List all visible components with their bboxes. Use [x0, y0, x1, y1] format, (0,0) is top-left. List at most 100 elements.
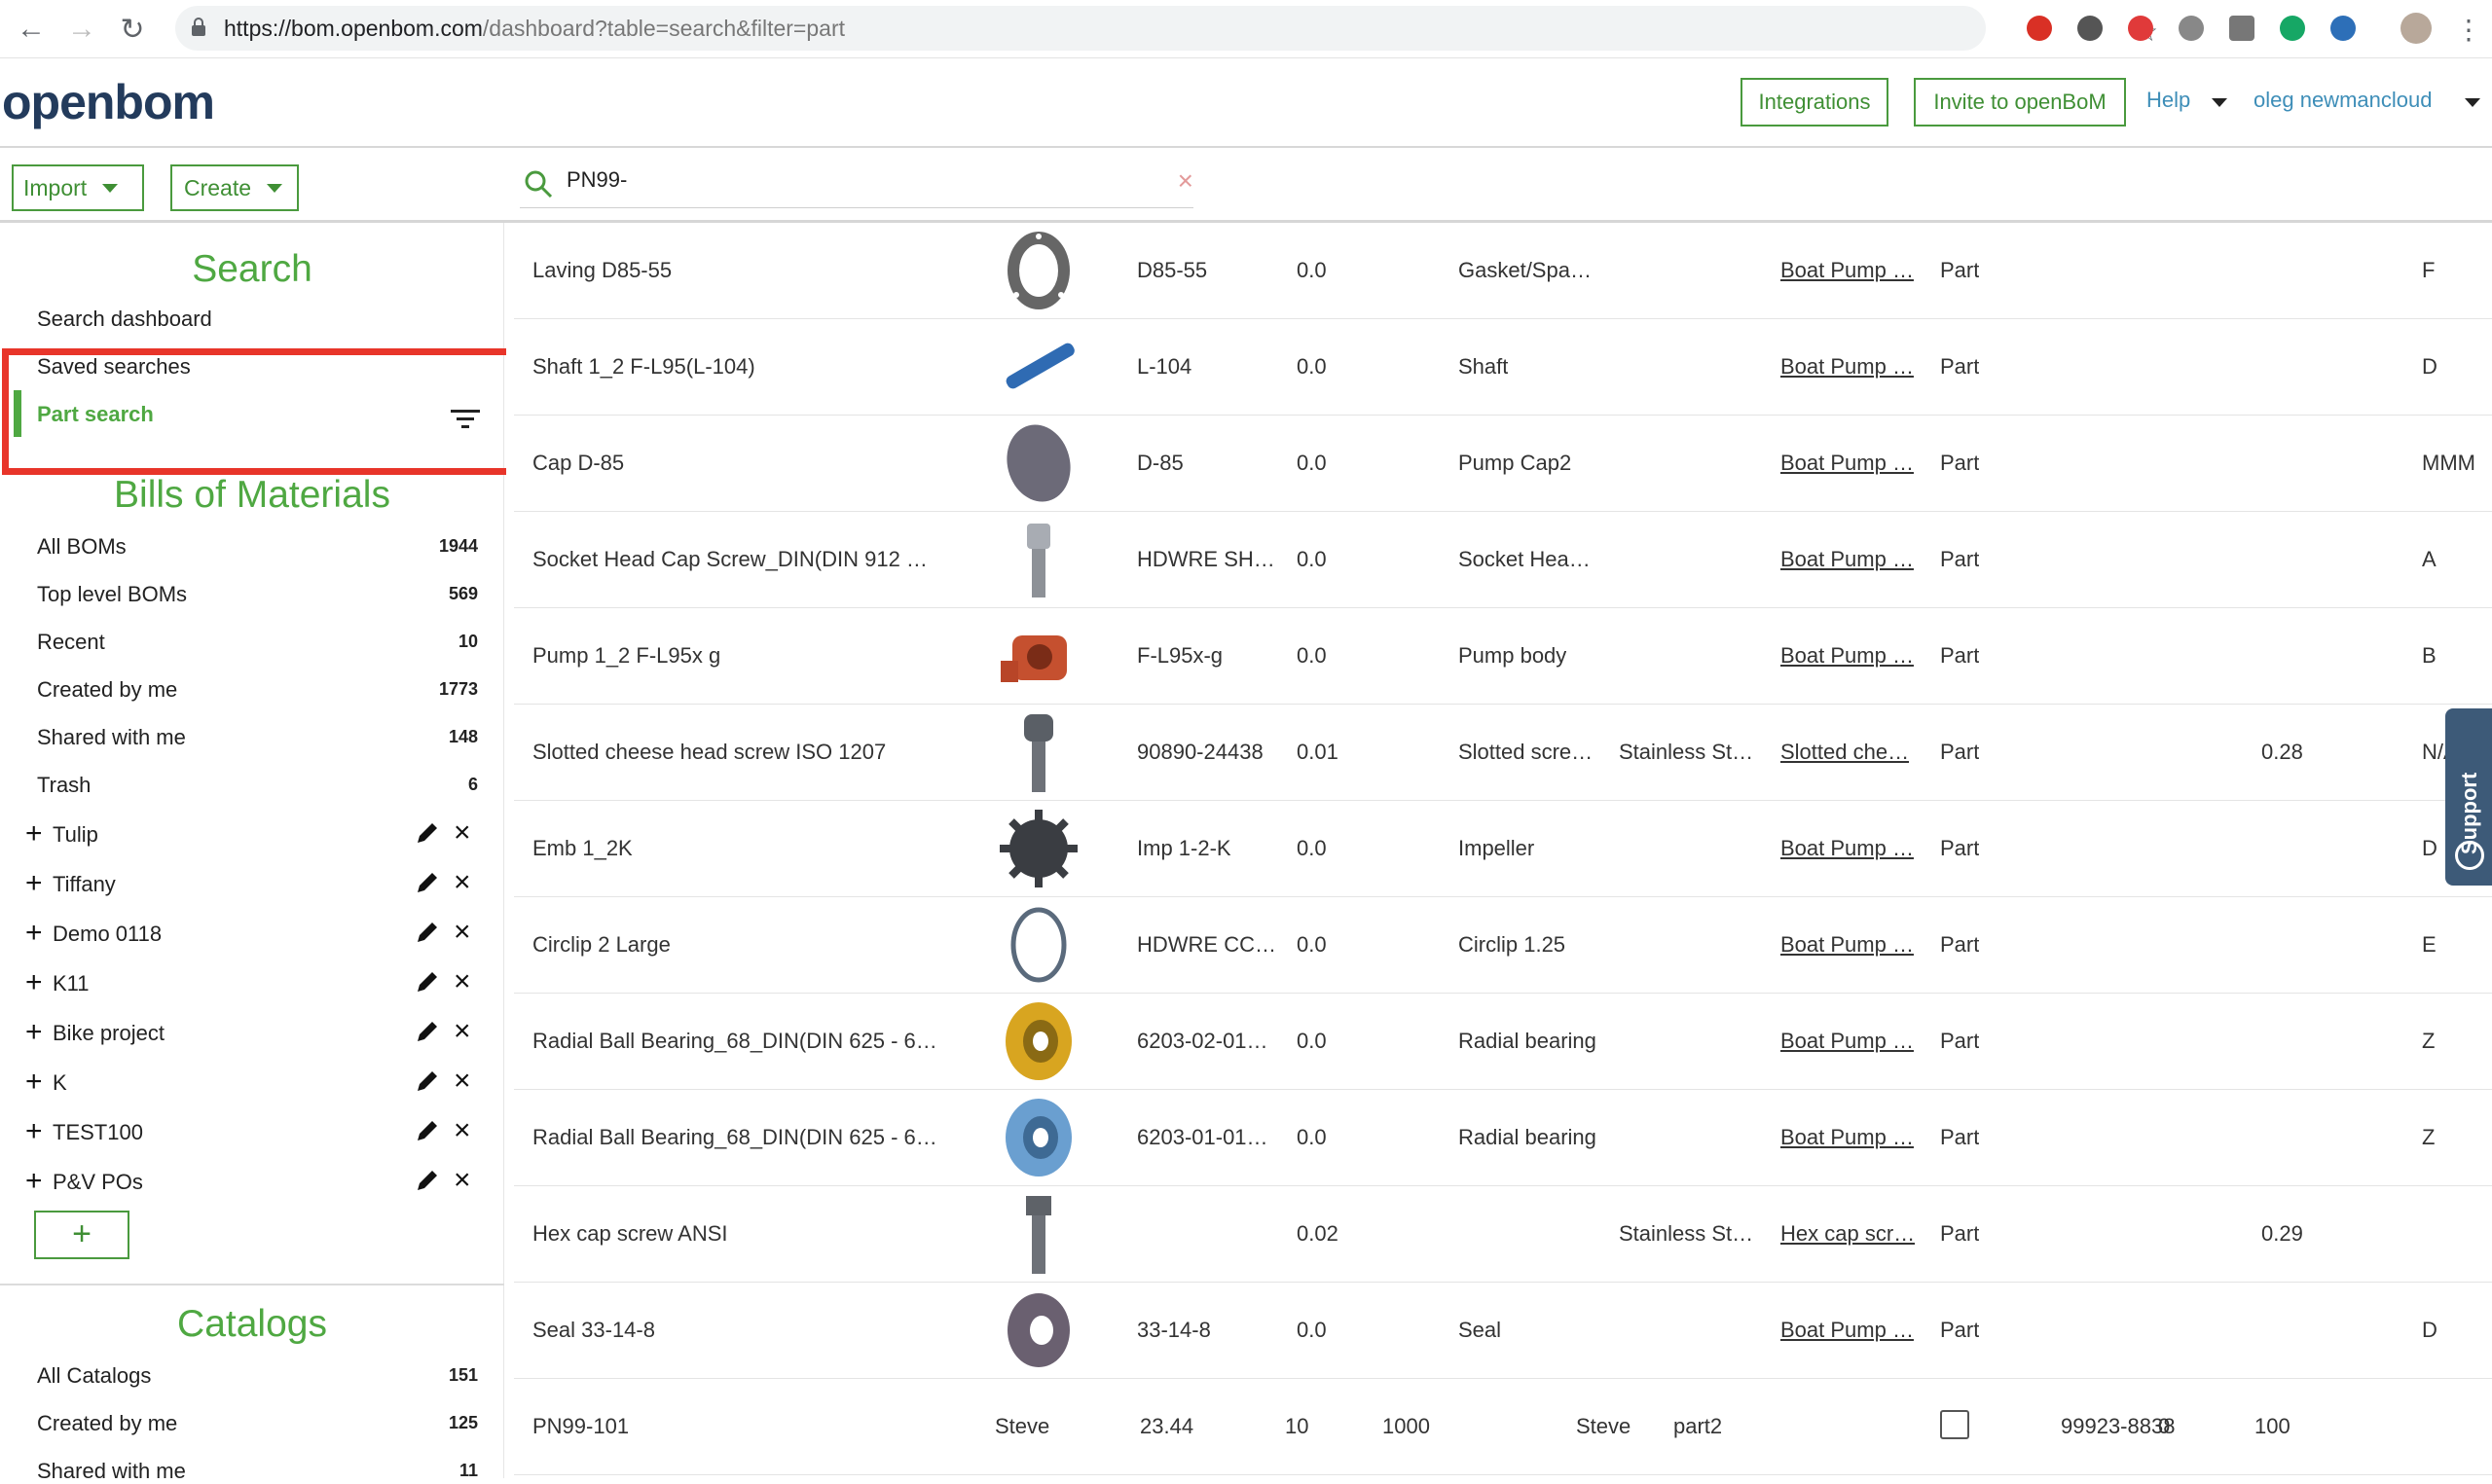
expand-plus-icon[interactable]: + — [25, 1114, 43, 1149]
pencil-icon[interactable] — [413, 967, 442, 996]
seal-thumbnail[interactable] — [995, 1286, 1082, 1374]
close-icon[interactable]: × — [454, 816, 471, 850]
close-icon[interactable]: × — [454, 1164, 471, 1197]
table-row[interactable]: Slotted cheese head screw ISO 1207 90890-… — [514, 705, 2492, 801]
table-row[interactable]: Emb 1_2K Imp 1-2-K 0.0 Impeller Boat Pump … P… — [514, 801, 2492, 897]
folder-item[interactable]: + Tulip × — [25, 816, 483, 855]
circlip-thumbnail[interactable] — [995, 901, 1082, 989]
close-icon[interactable]: × — [454, 1114, 471, 1147]
profile-avatar[interactable] — [2400, 13, 2432, 44]
create-button[interactable]: Create — [170, 164, 299, 211]
folder-item[interactable]: + TEST100 × — [25, 1114, 483, 1153]
table-row[interactable]: PN99-101 Steve 23.44 10 1000 Steve part2 99923-… — [514, 1379, 2492, 1475]
folder-item[interactable]: + Demo 0118 × — [25, 916, 483, 955]
cell-bom[interactable]: Boat Pump … — [1780, 547, 1914, 572]
folder-name[interactable]: Bike project — [53, 1021, 165, 1046]
table-row[interactable]: Circlip 2 Large HDWRE CC… 0.0 Circlip 1.25 B… — [514, 897, 2492, 994]
folder-item[interactable]: + K × — [25, 1065, 483, 1104]
shaft-thumbnail[interactable] — [995, 323, 1082, 411]
impeller-thumbnail[interactable] — [995, 805, 1082, 892]
back-icon[interactable]: ← — [14, 12, 49, 47]
expand-plus-icon[interactable]: + — [25, 816, 43, 851]
extension-icon[interactable] — [2179, 16, 2204, 41]
close-icon[interactable]: × — [454, 965, 471, 998]
folder-name[interactable]: Tiffany — [53, 872, 116, 897]
expand-plus-icon[interactable]: + — [25, 916, 43, 951]
created-by-me-link[interactable]: Created by me — [37, 677, 177, 703]
table-row[interactable]: Shaft 1_2 F-L95(L-104) L-104 0.0 Shaft Boat … — [514, 319, 2492, 416]
expand-plus-icon[interactable]: + — [25, 866, 43, 901]
pencil-icon[interactable] — [413, 1017, 442, 1046]
folder-item[interactable]: + P&V POs × — [25, 1164, 483, 1203]
invite-button[interactable]: Invite to openBoM — [1914, 78, 2126, 127]
expand-plus-icon[interactable]: + — [25, 1164, 43, 1199]
forward-icon[interactable]: → — [64, 12, 99, 47]
import-button[interactable]: Import — [12, 164, 144, 211]
socket-screw-thumbnail[interactable] — [995, 516, 1082, 603]
extension-icon[interactable] — [2330, 16, 2356, 41]
close-icon[interactable]: × — [454, 1065, 471, 1098]
folder-name[interactable]: K — [53, 1070, 67, 1096]
clear-search-icon[interactable]: × — [1178, 165, 1193, 197]
cell-bom[interactable]: Boat Pump … — [1780, 643, 1914, 669]
help-menu[interactable]: Help — [2146, 88, 2190, 113]
cell-bom[interactable]: Slotted che… — [1780, 740, 1909, 765]
bearing-blue-thumbnail[interactable] — [995, 1094, 1082, 1181]
folder-name[interactable]: Tulip — [53, 822, 98, 848]
cell-bom[interactable]: Boat Pump … — [1780, 258, 1914, 283]
search-dashboard-link[interactable]: Search dashboard — [37, 307, 212, 332]
cell-bom[interactable]: Boat Pump … — [1780, 1125, 1914, 1150]
row-checkbox[interactable] — [1940, 1410, 1969, 1439]
pencil-icon[interactable] — [413, 818, 442, 848]
folder-item[interactable]: + Bike project × — [25, 1015, 483, 1054]
cell-bom[interactable]: Hex cap scr… — [1780, 1221, 1915, 1247]
all-boms-link[interactable]: All BOMs — [37, 534, 127, 560]
extension-icon[interactable] — [2077, 16, 2103, 41]
cell-bom[interactable]: Boat Pump … — [1780, 932, 1914, 958]
expand-plus-icon[interactable]: + — [25, 1065, 43, 1100]
cheese-screw-thumbnail[interactable] — [995, 708, 1082, 796]
user-menu[interactable]: oleg newmancloud — [2254, 88, 2432, 113]
pencil-icon[interactable] — [413, 1116, 442, 1145]
folder-name[interactable]: TEST100 — [53, 1120, 143, 1145]
catalogs-shared-with-me-link[interactable]: Shared with me — [37, 1459, 186, 1484]
cell-bom[interactable]: Boat Pump … — [1780, 354, 1914, 380]
integrations-button[interactable]: Integrations — [1741, 78, 1888, 127]
shared-with-me-link[interactable]: Shared with me — [37, 725, 186, 750]
table-row[interactable]: Socket Head Cap Screw_DIN(DIN 912 … HDWRE… — [514, 512, 2492, 608]
cell-bom[interactable]: Boat Pump … — [1780, 836, 1914, 861]
table-row[interactable]: Cap D-85 D-85 0.0 Pump Cap2 Boat Pump … Part M… — [514, 416, 2492, 512]
close-icon[interactable]: × — [454, 866, 471, 899]
folder-name[interactable]: P&V POs — [53, 1170, 143, 1195]
grammarly-icon[interactable] — [2280, 16, 2305, 41]
add-folder-button[interactable]: + — [34, 1211, 129, 1259]
all-catalogs-link[interactable]: All Catalogs — [37, 1363, 151, 1389]
pencil-icon[interactable] — [413, 918, 442, 947]
close-icon[interactable]: × — [454, 916, 471, 949]
table-row[interactable]: Hex cap screw ANSI 0.02 Stainless St… Hex c… — [514, 1186, 2492, 1283]
support-tab[interactable]: Support — [2445, 708, 2492, 886]
cell-bom[interactable]: Boat Pump … — [1780, 1029, 1914, 1054]
folder-name[interactable]: K11 — [53, 971, 90, 996]
extension-icon[interactable] — [2229, 16, 2254, 41]
browser-menu-icon[interactable]: ⋮ — [2451, 12, 2486, 47]
folder-item[interactable]: + K11 × — [25, 965, 483, 1004]
recent-link[interactable]: Recent — [37, 630, 105, 655]
table-row[interactable]: Seal 33-14-8 33-14-8 0.0 Seal Boat Pump … Par… — [514, 1283, 2492, 1379]
extension-icon[interactable] — [2128, 16, 2153, 41]
address-bar[interactable]: https://bom.openbom.com/dashboard?table=… — [175, 6, 2158, 51]
pencil-icon[interactable] — [413, 868, 442, 897]
table-row[interactable]: Radial Ball Bearing_68_DIN(DIN 625 - 6… 6… — [514, 994, 2492, 1090]
chevron-down-icon[interactable] — [2465, 98, 2480, 107]
pump-body-thumbnail[interactable] — [995, 612, 1082, 700]
hex-screw-thumbnail[interactable] — [995, 1190, 1082, 1278]
openbom-logo[interactable]: openbom — [2, 74, 215, 130]
cap-disc-thumbnail[interactable] — [995, 419, 1082, 507]
folder-item[interactable]: + Tiffany × — [25, 866, 483, 905]
table-row[interactable]: Pump 1_2 F-L95x g F-L95x-g 0.0 Pump body Boa… — [514, 608, 2492, 705]
table-row[interactable]: Radial Ball Bearing_68_DIN(DIN 625 - 6… 6… — [514, 1090, 2492, 1186]
gmail-extension-icon[interactable] — [2027, 16, 2052, 41]
cell-bom[interactable]: Boat Pump … — [1780, 1318, 1914, 1343]
top-level-boms-link[interactable]: Top level BOMs — [37, 582, 187, 607]
search-input[interactable] — [567, 167, 1151, 193]
